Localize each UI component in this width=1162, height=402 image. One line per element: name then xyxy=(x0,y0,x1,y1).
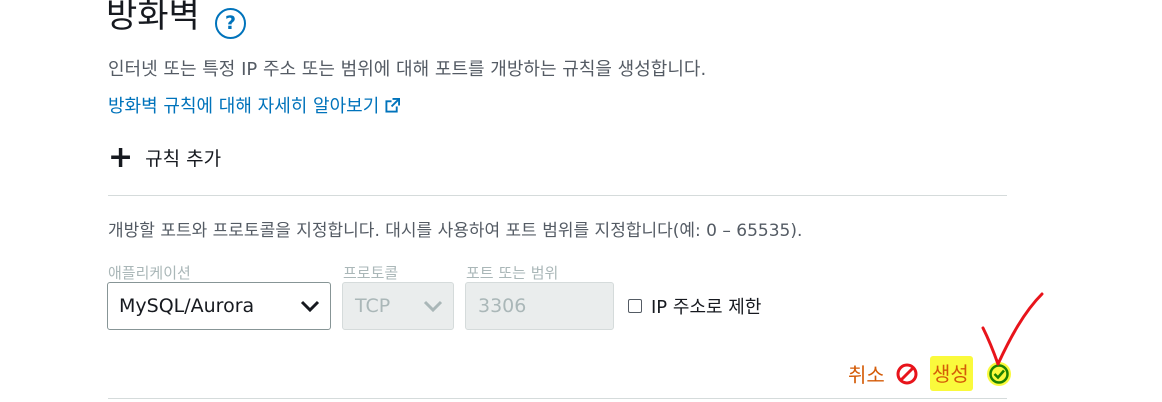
protocol-label: 프로토콜 xyxy=(343,264,399,282)
help-icon[interactable]: ? xyxy=(215,8,246,39)
section-title: 방화벽 xyxy=(106,0,200,36)
application-value: MySQL/Aurora xyxy=(119,295,255,317)
plus-icon: + xyxy=(108,139,134,175)
application-label: 애플리케이션 xyxy=(108,264,191,282)
protocol-select: TCP xyxy=(342,282,454,330)
chevron-down-icon xyxy=(423,300,443,312)
external-link-icon xyxy=(385,97,401,113)
restrict-ip-label: IP 주소로 제한 xyxy=(651,297,762,318)
create-label: 생성 xyxy=(930,356,973,391)
application-select[interactable]: MySQL/Aurora xyxy=(107,282,331,330)
checkbox-box[interactable] xyxy=(628,299,642,313)
cancel-icon xyxy=(896,363,918,384)
divider xyxy=(108,195,1007,196)
protocol-value: TCP xyxy=(355,295,391,317)
port-range-label: 포트 또는 범위 xyxy=(466,264,559,282)
annotation-checkmark-icon xyxy=(981,292,1044,366)
form-instructions: 개방할 포트와 프로토콜을 지정합니다. 대시를 사용하여 포트 범위를 지정합… xyxy=(108,221,803,241)
restrict-ip-checkbox[interactable]: IP 주소로 제한 xyxy=(628,293,761,319)
divider xyxy=(108,398,1007,399)
section-description: 인터넷 또는 특정 IP 주소 또는 범위에 대해 포트를 개방하는 규칙을 생… xyxy=(108,59,707,80)
port-range-input xyxy=(465,282,614,330)
learn-more-label: 방화벽 규칙에 대해 자세히 알아보기 xyxy=(108,96,380,117)
add-rule-label: 규칙 추가 xyxy=(145,148,222,170)
learn-more-link[interactable]: 방화벽 규칙에 대해 자세히 알아보기 xyxy=(108,92,401,118)
chevron-down-icon xyxy=(300,300,320,312)
add-rule-button[interactable]: + 규칙 추가 xyxy=(108,139,222,175)
cancel-button[interactable]: 취소 xyxy=(848,359,919,388)
cancel-label: 취소 xyxy=(848,363,885,387)
